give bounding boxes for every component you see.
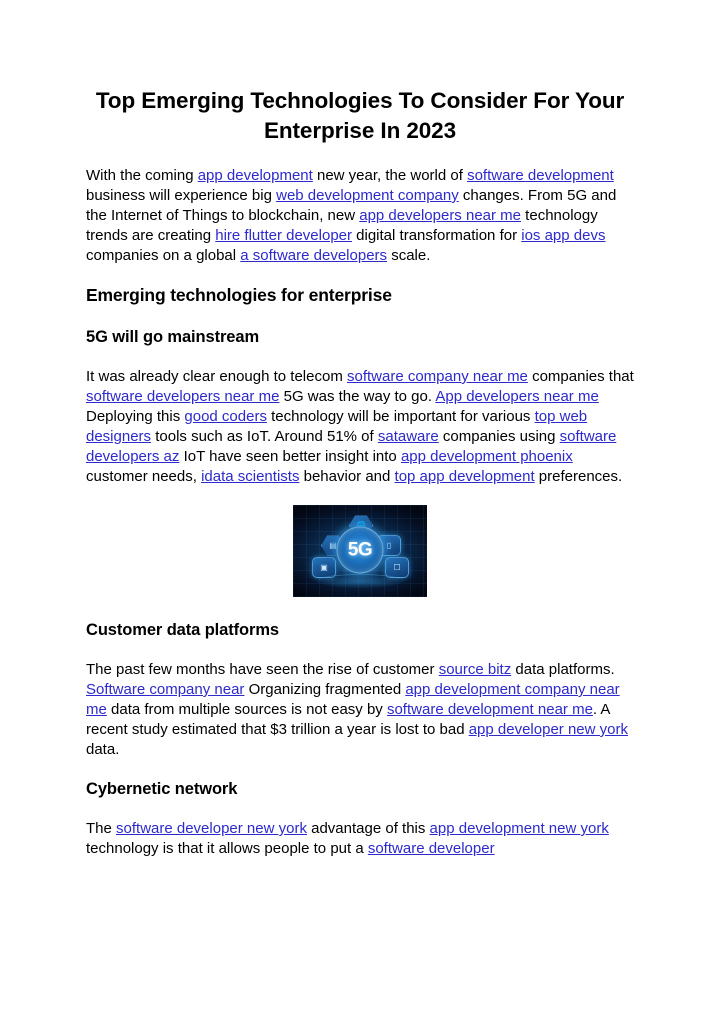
5g-text-1: It was already clear enough to telecom xyxy=(86,368,347,385)
link-ios-app-devs[interactable]: ios app devs xyxy=(521,227,605,244)
page-title: Top Emerging Technologies To Consider Fo… xyxy=(95,88,625,143)
5g-text-6: tools such as IoT. Around 51% of xyxy=(151,428,378,445)
5g-text-9: customer needs, xyxy=(86,468,202,485)
document-page: Top Emerging Technologies To Consider Fo… xyxy=(0,0,720,1018)
cyber-paragraph: The software developer new york advantag… xyxy=(86,819,634,859)
cyber-text-3: technology is that it allows people to p… xyxy=(86,840,368,857)
link-good-coders[interactable]: good coders xyxy=(184,408,267,425)
link-software-developers-near-me[interactable]: software developers near me xyxy=(86,388,279,405)
cdp-text-1: The past few months have seen the rise o… xyxy=(86,661,439,678)
intro-text-6: digital transformation for xyxy=(352,227,522,244)
heading-cybernetic-network: Cybernetic network xyxy=(86,780,238,798)
link-software-development-near-me[interactable]: software development near me xyxy=(387,701,593,718)
cdp-paragraph: The past few months have seen the rise o… xyxy=(86,660,634,760)
link-web-development-company[interactable]: web development company xyxy=(276,187,459,204)
link-hire-flutter-developer[interactable]: hire flutter developer xyxy=(215,227,352,244)
link-source-bitz[interactable]: source bitz xyxy=(439,661,512,678)
link-app-development[interactable]: app development xyxy=(198,167,313,184)
intro-text-1: With the coming xyxy=(86,167,198,184)
cyber-text-2: advantage of this xyxy=(306,820,430,837)
intro-text-7: companies on a global xyxy=(86,247,241,264)
intro-text-2: new year, the world of xyxy=(312,167,468,184)
link-top-app-development[interactable]: top app development xyxy=(395,468,535,485)
link-sataware[interactable]: sataware xyxy=(378,428,439,445)
intro-text-8: scale. xyxy=(387,247,431,264)
platform-glow xyxy=(317,574,403,588)
5g-text-5: technology will be important for various xyxy=(266,408,535,425)
cdp-text-3: Organizing fragmented xyxy=(244,681,406,698)
intro-paragraph: With the coming app development new year… xyxy=(86,166,634,266)
5g-text-10: behavior and xyxy=(299,468,395,485)
link-software-company-near-me[interactable]: software company near me xyxy=(347,368,528,385)
link-app-development-new-york[interactable]: app development new york xyxy=(430,820,609,837)
intro-text-3: business will experience big xyxy=(86,187,277,204)
link-software-company-near[interactable]: Software company near xyxy=(86,681,244,698)
link-software-developer[interactable]: software developer xyxy=(368,840,495,857)
5g-core-label: 5G xyxy=(347,539,373,561)
document-content: Top Emerging Technologies To Consider Fo… xyxy=(86,86,634,877)
link-idata-scientists[interactable]: idata scientists xyxy=(201,468,299,485)
cdp-text-6: data. xyxy=(86,741,120,758)
5g-text-8: IoT have seen better insight into xyxy=(179,448,401,465)
figure-container: 🌐 ▤ ▯ ▣ ☐ 5G xyxy=(86,505,634,597)
5g-network-illustration: 🌐 ▤ ▯ ▣ ☐ 5G xyxy=(293,505,427,597)
cdp-text-4: data from multiple sources is not easy b… xyxy=(106,701,387,718)
heading-5g-will-go-mainstream: 5G will go mainstream xyxy=(86,328,260,346)
cdp-text-2: data platforms. xyxy=(511,661,615,678)
link-app-developers-near-me-2[interactable]: App developers near me xyxy=(435,388,598,405)
link-software-development[interactable]: software development xyxy=(467,167,614,184)
link-app-developer-new-york[interactable]: app developer new york xyxy=(469,721,628,738)
5g-text-11: preferences. xyxy=(534,468,623,485)
heading-customer-data-platforms: Customer data platforms xyxy=(86,621,279,639)
5g-core-badge: 5G xyxy=(336,526,384,574)
link-app-development-phoenix[interactable]: app development phoenix xyxy=(401,448,573,465)
5g-paragraph: It was already clear enough to telecom s… xyxy=(86,367,634,487)
link-a-software-developers[interactable]: a software developers xyxy=(240,247,387,264)
link-software-developer-new-york[interactable]: software developer new york xyxy=(116,820,307,837)
cyber-text-1: The xyxy=(86,820,117,837)
5g-text-3: 5G was the way to go. xyxy=(279,388,436,405)
5g-text-2: companies that xyxy=(527,368,634,385)
link-app-developers-near-me[interactable]: app developers near me xyxy=(359,207,521,224)
5g-text-4: Deploying this xyxy=(86,408,185,425)
heading-emerging-technologies-for-enterprise: Emerging technologies for enterprise xyxy=(86,285,392,305)
5g-text-7: companies using xyxy=(438,428,560,445)
